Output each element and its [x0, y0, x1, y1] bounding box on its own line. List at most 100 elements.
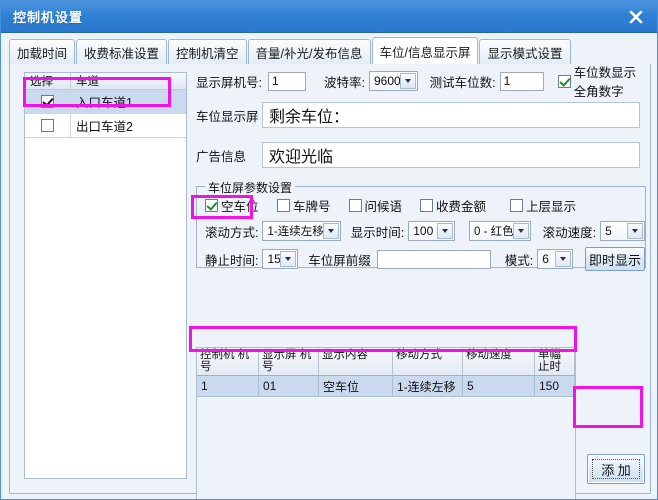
chevron-down-icon[interactable]: [322, 223, 339, 239]
show-time-select[interactable]: 100: [408, 221, 455, 241]
table-row[interactable]: 出口车道2: [25, 114, 186, 138]
grid-col-screen-no: 显示屏 机号: [259, 348, 319, 375]
add-button[interactable]: 添 加: [587, 454, 645, 484]
scroll-mode-value: 1-连续左移: [267, 226, 324, 238]
mode-value: 6: [542, 252, 549, 266]
lane-row-label: 入口车道1: [76, 96, 133, 110]
test-spaces-input[interactable]: [499, 71, 544, 91]
lane-list: 选择 车道 入口车道1 出口车道2: [24, 72, 187, 479]
grid-header-row: 控制机 机号 显示屏 机号 显示内容 移动方式 移动速度 单幅 止时: [197, 348, 575, 376]
space-screen-input[interactable]: 剩余车位：: [262, 102, 640, 128]
chevron-down-icon[interactable]: [437, 223, 453, 239]
mode-label: 模式:: [504, 253, 534, 268]
scroll-mode-select[interactable]: 1-连续左移: [262, 221, 341, 241]
tab-controller-clear[interactable]: 控制机清空: [168, 39, 247, 64]
prefix-label: 车位屏前缀: [308, 253, 371, 268]
checkbox-fee-amount-label: 收费金额: [436, 200, 487, 214]
checkbox-fee-amount[interactable]: 收费金额: [420, 196, 486, 215]
tab-load-time[interactable]: 加载时间: [9, 39, 76, 64]
ad-info-label: 广告信息: [196, 149, 247, 164]
prefix-input[interactable]: [376, 249, 491, 269]
checkbox-greeting-label: 问候语: [364, 200, 403, 214]
space-screen-param-legend: 车位屏参数设置: [205, 179, 296, 196]
checkbox-fee-amount-box[interactable]: [420, 199, 434, 212]
fullwidth-digits-checkbox[interactable]: 车位数显示全角数字: [557, 62, 646, 100]
scroll-speed-value: 5: [605, 224, 612, 238]
grid-col-controller-no: 控制机 机号: [197, 348, 259, 375]
lane-list-header: 选择 车道: [25, 73, 186, 90]
chevron-down-icon[interactable]: [554, 251, 571, 267]
grid-col-content: 显示内容: [319, 348, 393, 375]
ad-info-value: 欢迎光临: [269, 149, 334, 166]
scroll-mode-label: 滚动方式:: [205, 225, 259, 240]
baud-rate-select[interactable]: 9600: [368, 71, 418, 91]
still-time-label: 静止时间:: [205, 253, 259, 268]
grid-cell-content: 空车位: [319, 376, 393, 396]
grid-cell-move-mode: 1-连续左移: [393, 376, 463, 396]
space-screen-label: 车位显示屏: [196, 109, 259, 124]
grid-empty-area: [197, 397, 575, 499]
instant-show-button[interactable]: 即时显示: [584, 247, 645, 271]
lane-col-lane: 车道: [76, 76, 99, 88]
lane-checkbox-exit2[interactable]: [41, 119, 54, 132]
grid-col-move-mode: 移动方式: [393, 348, 463, 375]
tab-fee-standard[interactable]: 收费标准设置: [76, 39, 168, 64]
still-time-select[interactable]: 150: [262, 249, 299, 269]
lane-row-checkbox-cell[interactable]: [25, 90, 71, 113]
tab-content-panel: 选择 车道 入口车道1 出口车道2 显示屏机号: 波特: [9, 64, 651, 499]
space-screen-param-group: 车位屏参数设置 空车位 车牌号 问候语 收费金额 上层显示 滚动方式: 1-连续…: [196, 179, 646, 271]
show-time-label: 显示时间:: [350, 225, 405, 240]
baud-rate-value: 9600: [373, 74, 401, 88]
table-row[interactable]: 1 01 空车位 1-连续左移 5 150: [197, 376, 575, 397]
checkbox-plate-no-label: 车牌号: [293, 200, 331, 214]
checkbox-plate-no-box[interactable]: [277, 199, 290, 212]
add-button-label: 添 加: [592, 459, 640, 479]
grid-cell-controller-no: 1: [197, 376, 259, 396]
lane-row-label: 出口车道2: [76, 120, 133, 134]
baud-rate-label: 波特率:: [323, 75, 365, 90]
lane-checkbox-entrance1[interactable]: [41, 95, 54, 108]
chevron-down-icon[interactable]: [399, 73, 416, 89]
scroll-speed-label: 滚动速度:: [542, 225, 597, 240]
color-select[interactable]: 0 - 红色: [469, 221, 531, 241]
screen-no-label: 显示屏机号:: [196, 75, 262, 90]
test-spaces-label: 测试车位数:: [429, 75, 496, 90]
scroll-speed-select[interactable]: 5: [600, 221, 645, 241]
fullwidth-digits-checkbox-box[interactable]: [557, 74, 571, 88]
checkbox-empty-space-box[interactable]: [205, 199, 218, 212]
chevron-down-icon[interactable]: [627, 223, 643, 239]
control-machine-settings-dialog: 控制机设置 加载时间 收费标准设置 控制机清空 音量/补光/发布信息 车位/信息…: [0, 0, 658, 500]
tab-volume-light-publish[interactable]: 音量/补光/发布信息: [247, 39, 371, 64]
screen-no-input[interactable]: [267, 71, 306, 91]
checkbox-empty-space-label: 空车位: [221, 200, 259, 214]
checkbox-plate-no[interactable]: 车牌号: [277, 196, 331, 215]
fullwidth-digits-label: 车位数显示全角数字: [573, 66, 637, 99]
lane-col-select: 选择: [25, 73, 71, 89]
grid-cell-move-speed: 5: [463, 376, 535, 396]
close-icon[interactable]: [623, 5, 649, 29]
grid-cell-screen-no: 01: [259, 376, 319, 396]
display-settings-form: 显示屏机号: 波特率: 9600 测试车位数: 车位数显示全角数字 车位显示屏: [196, 66, 646, 271]
tab-strip: 加载时间 收费标准设置 控制机清空 音量/补光/发布信息 车位/信息显示屏 显示…: [9, 37, 651, 64]
chevron-down-icon[interactable]: [512, 223, 529, 239]
checkbox-upper-display-box[interactable]: [510, 199, 524, 212]
table-row[interactable]: 入口车道1: [25, 90, 186, 114]
display-entries-grid: 控制机 机号 显示屏 机号 显示内容 移动方式 移动速度 单幅 止时 1 01 …: [196, 347, 576, 499]
chevron-down-icon[interactable]: [280, 251, 297, 267]
space-screen-value: 剩余车位：: [269, 109, 350, 126]
tab-space-info-display[interactable]: 车位/信息显示屏: [371, 37, 479, 64]
tab-display-mode[interactable]: 显示模式设置: [479, 39, 571, 64]
window-title: 控制机设置: [13, 10, 84, 25]
lane-row-checkbox-cell[interactable]: [25, 114, 71, 137]
checkbox-greeting-box[interactable]: [348, 199, 362, 212]
ad-info-input[interactable]: 欢迎光临: [262, 142, 640, 168]
checkbox-upper-display[interactable]: 上层显示: [510, 196, 576, 215]
grid-col-move-speed: 移动速度: [463, 348, 535, 375]
mode-select[interactable]: 6: [537, 249, 573, 269]
checkbox-greeting[interactable]: 问候语: [348, 196, 403, 215]
grid-col-still-time: 单幅 止时: [535, 348, 575, 375]
checkbox-upper-display-label: 上层显示: [526, 200, 577, 214]
checkbox-empty-space[interactable]: 空车位: [205, 196, 267, 215]
titlebar: 控制机设置: [1, 1, 657, 33]
grid-cell-still-time: 150: [535, 376, 575, 396]
